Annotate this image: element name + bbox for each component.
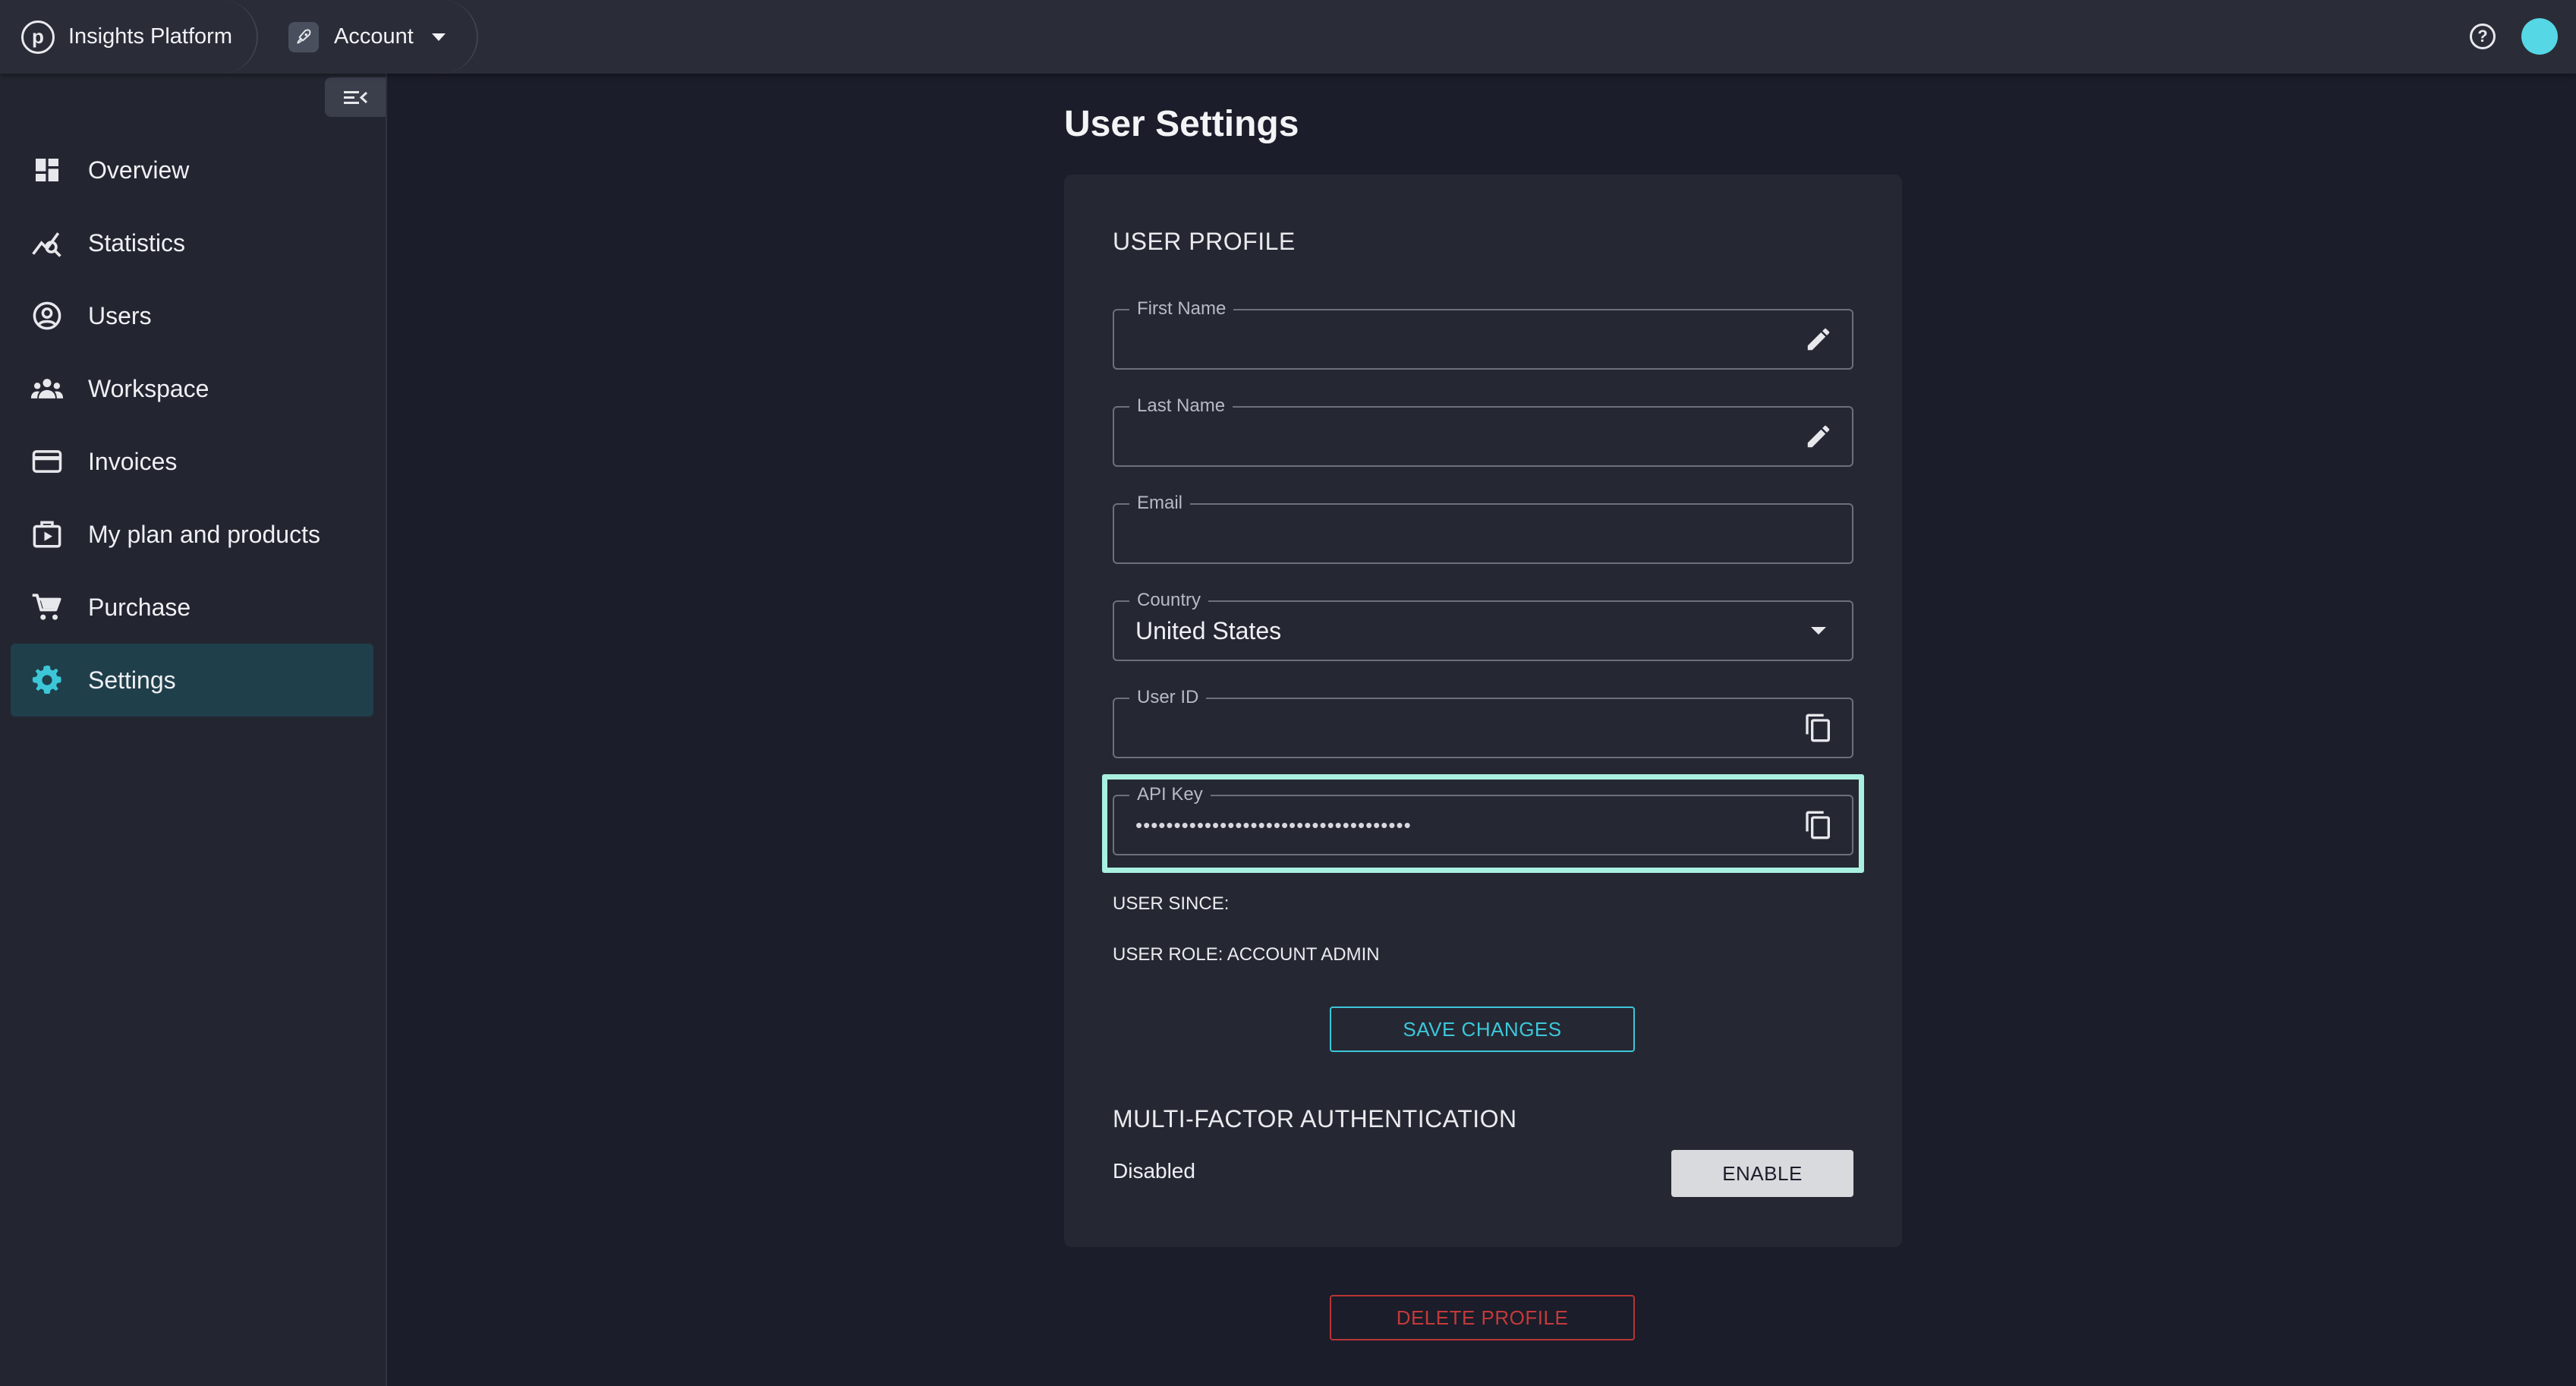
brand-logo-icon: p xyxy=(21,20,55,54)
user-id-value xyxy=(1135,699,1776,757)
sidebar-item-users[interactable]: Users xyxy=(11,279,373,352)
sidebar-item-settings[interactable]: Settings xyxy=(11,644,373,717)
plan-icon xyxy=(30,518,64,551)
user-circle-icon xyxy=(30,299,64,332)
sidebar-item-statistics[interactable]: Statistics xyxy=(11,206,373,279)
copy-icon[interactable] xyxy=(1802,808,1835,842)
sidebar: Overview Statistics Users Workspace Invo… xyxy=(0,74,387,1386)
api-key-field: API Key ••••••••••••••••••••••••••••••••… xyxy=(1113,784,1853,855)
sidebar-item-label: Overview xyxy=(88,156,190,184)
brand-name: Insights Platform xyxy=(68,24,232,49)
sidebar-item-workspace[interactable]: Workspace xyxy=(11,352,373,425)
user-settings-card: USER PROFILE First Name Last Name Email … xyxy=(1064,175,1902,1247)
top-bar: p Insights Platform Account ? xyxy=(0,0,2576,74)
edit-pencil-icon[interactable] xyxy=(1802,323,1835,356)
brand[interactable]: p Insights Platform xyxy=(0,0,258,74)
email-input[interactable] xyxy=(1135,505,1776,562)
sidebar-item-label: Purchase xyxy=(88,593,191,621)
sidebar-item-purchase[interactable]: Purchase xyxy=(11,571,373,644)
sidebar-item-my-plan[interactable]: My plan and products xyxy=(11,498,373,571)
country-value: United States xyxy=(1135,616,1282,644)
collapse-menu-icon xyxy=(344,91,368,104)
mfa-section-title: MULTI-FACTOR AUTHENTICATION xyxy=(1113,1105,1517,1132)
group-icon xyxy=(30,372,64,405)
rocket-icon xyxy=(288,21,319,52)
gear-icon xyxy=(30,663,64,697)
edit-pencil-icon[interactable] xyxy=(1802,420,1835,453)
user-since-text: USER SINCE: xyxy=(1113,893,1230,914)
account-switcher[interactable]: Account xyxy=(258,0,478,74)
sidebar-nav: Overview Statistics Users Workspace Invo… xyxy=(11,134,373,717)
copy-icon[interactable] xyxy=(1802,711,1835,745)
sidebar-item-label: Invoices xyxy=(88,447,178,475)
sidebar-item-label: Settings xyxy=(88,666,176,694)
sidebar-item-label: Workspace xyxy=(88,374,209,402)
avatar[interactable] xyxy=(2521,18,2558,55)
user-profile-section-title: USER PROFILE xyxy=(1113,228,1296,255)
account-label: Account xyxy=(334,24,414,49)
last-name-field[interactable]: Last Name xyxy=(1113,395,1853,467)
mfa-status: Disabled xyxy=(1113,1159,1195,1183)
email-field[interactable]: Email xyxy=(1113,493,1853,564)
api-key-value: •••••••••••••••••••••••••••••••••••• xyxy=(1135,813,1412,836)
sidebar-item-overview[interactable]: Overview xyxy=(11,134,373,206)
credit-card-icon xyxy=(30,445,64,478)
cart-icon xyxy=(30,591,64,624)
sidebar-item-invoices[interactable]: Invoices xyxy=(11,425,373,498)
last-name-input[interactable] xyxy=(1135,408,1776,465)
save-changes-button[interactable]: SAVE CHANGES xyxy=(1330,1006,1635,1052)
delete-profile-button[interactable]: DELETE PROFILE xyxy=(1330,1295,1635,1340)
chevron-down-icon xyxy=(431,33,446,41)
chevron-down-icon[interactable] xyxy=(1802,614,1835,647)
page-title: User Settings xyxy=(1064,104,1299,144)
collapse-sidebar-button[interactable] xyxy=(325,77,386,117)
enable-mfa-button[interactable]: ENABLE xyxy=(1671,1150,1853,1197)
user-id-field: User ID xyxy=(1113,687,1853,758)
help-icon[interactable]: ? xyxy=(2470,24,2496,49)
first-name-input[interactable] xyxy=(1135,310,1776,368)
user-role-text: USER ROLE: ACCOUNT ADMIN xyxy=(1113,944,1380,965)
sidebar-item-label: Statistics xyxy=(88,228,186,257)
sidebar-item-label: Users xyxy=(88,301,152,329)
dashboard-icon xyxy=(30,153,64,187)
first-name-field[interactable]: First Name xyxy=(1113,298,1853,370)
country-select[interactable]: Country United States xyxy=(1113,590,1853,661)
statistics-icon xyxy=(30,226,64,260)
sidebar-item-label: My plan and products xyxy=(88,520,320,548)
